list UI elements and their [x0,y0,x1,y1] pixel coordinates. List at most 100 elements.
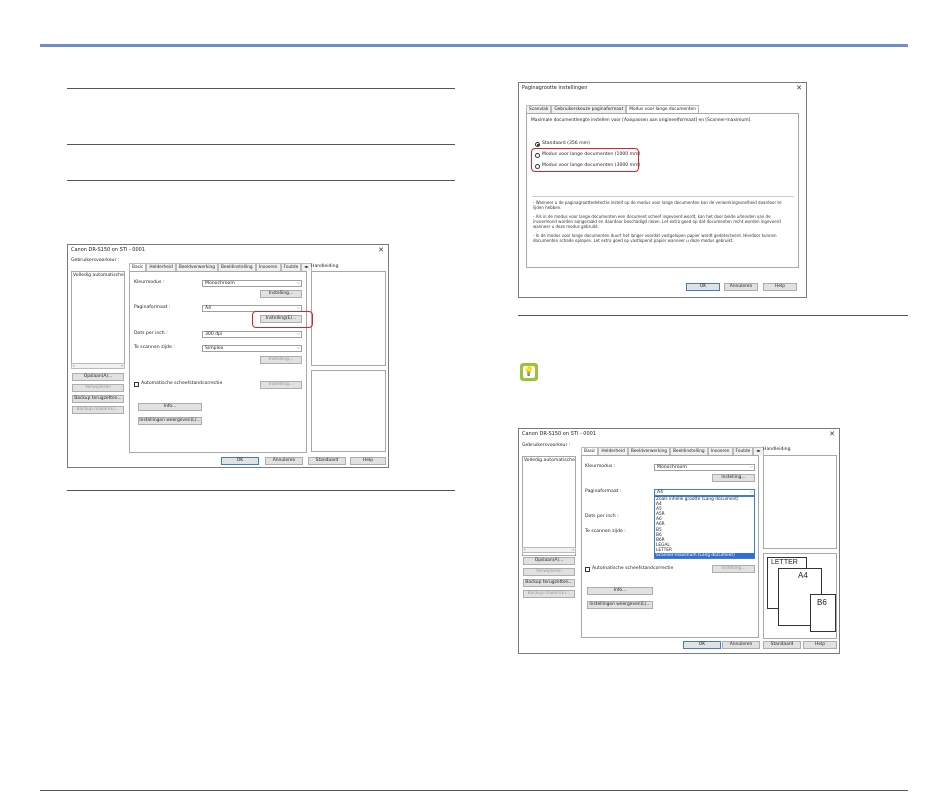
tab-image-settings[interactable]: Beeldinstelling [217,263,256,271]
header-bar [40,44,908,47]
skew-setting-button[interactable]: Instelling... [712,565,755,573]
dpi-select[interactable]: 300 dpi ⌵ [202,331,302,338]
lightbulb-icon: 💡 [520,363,538,381]
tab-feeding[interactable]: Invoeren [707,447,733,455]
tab-content-panel [526,113,799,268]
side-select[interactable]: Simplex ⌵ [202,345,302,352]
cancel-button[interactable]: Annuleren [722,641,760,649]
tab-brightness[interactable]: Helderheid [146,263,176,271]
close-icon[interactable]: ✕ [378,246,384,254]
footer-rule [40,790,908,791]
page-size-select[interactable]: A4 ⌵ [654,489,755,496]
preview-b6-sheet: B6 [810,594,836,632]
tab-scan-area[interactable]: Scanvlak [526,105,552,113]
list-item[interactable]: Volledig automatische [524,458,575,464]
default-button[interactable]: Standaard [308,457,346,465]
list-scrollbar[interactable]: ‹ › [522,547,576,553]
rule [67,180,455,181]
tab-basic[interactable]: Basic [581,447,599,455]
tab-strip: Basic Helderheid Beeldverwerking Beeldin… [129,263,312,271]
help-button[interactable]: Help [803,641,837,649]
backup-make-button[interactable]: Backup maken(E)... [72,406,124,414]
close-icon[interactable]: ✕ [829,430,835,438]
tab-basic[interactable]: Basic [129,263,147,271]
highlight-ring [252,311,313,328]
help-button[interactable]: Help [350,457,386,465]
color-mode-label: Kleurmodus : [585,464,616,469]
list-scrollbar[interactable]: ‹ › [71,363,125,369]
tab-feeding[interactable]: Invoeren [255,263,281,271]
backup-restore-button[interactable]: Backup terugzetten... [72,395,124,403]
user-pref-label: Gebruikersvoorkeur : [522,443,571,448]
delete-button[interactable]: Verwijderen [523,568,575,576]
default-button[interactable]: Standaard [763,641,801,649]
side-setting-button[interactable]: Instelling... [260,356,302,364]
user-pref-list[interactable]: Volledig automatische [522,456,576,556]
rule [518,315,908,316]
cancel-button[interactable]: Annuleren [724,283,758,291]
auto-skew-checkbox[interactable] [134,382,139,387]
color-mode-select[interactable]: Monochroom ⌵ [202,280,302,287]
page-size-dropdown-list[interactable]: Zoals inhelle grootte (Lang document) A4… [654,496,755,559]
tab-image-processing[interactable]: Beeldverwerking [627,447,670,455]
ok-button[interactable]: OK [686,283,720,291]
save-button[interactable]: Opslaan(A)... [523,557,575,565]
backup-make-button[interactable]: Backup maken(E)... [523,590,575,598]
list-item[interactable]: Volledig automatische [73,273,124,279]
tab-long-document-mode[interactable]: Modus voor lange documenten [626,105,699,113]
note-jam: - In de modus voor lange documenten duur… [533,233,777,243]
tab-custom-page-size[interactable]: Gebruikerskeuze paginaformaat [551,105,627,113]
tab-strip: Scanvlak Gebruikerskeuze paginaformaat M… [526,105,699,113]
preview-a4-label: A4 [798,571,808,580]
close-icon[interactable]: ✕ [796,84,802,92]
dpi-label: Dots per inch : [134,331,168,336]
cancel-button[interactable]: Annuleren [265,457,303,465]
side-value: Simplex [205,346,224,351]
radio-standard[interactable] [535,142,540,147]
info-button[interactable]: Info... [587,587,653,595]
tab-brightness[interactable]: Helderheid [598,447,628,455]
auto-skew-label: Automatische scheefstandcorrectie [141,381,223,386]
auto-skew-checkbox[interactable] [585,567,590,572]
rule [67,88,455,89]
note-speed: - Wanneer u de paginagroottedetectie ins… [533,200,782,210]
skew-setting-button[interactable]: Instelling... [260,381,302,389]
tab-image-settings[interactable]: Beeldinstelling [669,447,708,455]
ok-button[interactable]: OK [683,641,721,649]
info-button[interactable]: Info... [138,403,202,411]
dialog-title: Canon DR-S150 on STI - 0001 [522,431,597,437]
tab-strip: Basic Helderheid Beeldverwerking Beeldin… [581,447,764,455]
ok-button[interactable]: OK [221,457,259,465]
side-label: Te scannen zijde : [134,345,175,350]
user-pref-list[interactable]: Volledig automatische [71,271,125,369]
rule [67,144,455,145]
page-size-value: A4 [657,490,664,495]
backup-restore-button[interactable]: Backup terugzetten... [523,579,575,587]
dpi-value: 300 dpi [205,332,223,337]
manual-preview-top [311,271,386,366]
user-pref-label: Gebruikersvoorkeur : [71,258,120,263]
dropdown-option-selected[interactable]: Scanner-maximum (Lang document) [655,553,754,559]
help-button[interactable]: Help [763,283,797,291]
color-mode-label: Kleurmodus : [134,280,165,285]
chevron-down-icon: ⌵ [296,346,300,351]
radio-standard-label: Standaard (356 mm) [542,141,590,146]
chevron-down-icon: ⌵ [749,465,753,470]
page-size-value: A4 [205,306,212,311]
tab-error[interactable]: Foutde [280,263,302,271]
color-setting-button[interactable]: Instelling... [712,474,755,482]
dialog-title: Canon DR-S150 on STI - 0001 [71,247,146,253]
color-mode-select[interactable]: Monochroom ⌵ [654,464,755,471]
preview-letter-label: LETTER [771,559,798,566]
tab-error[interactable]: Foutde [732,447,754,455]
dpi-label: Dots per inch : [585,514,619,519]
color-setting-button[interactable]: Instelling... [260,290,302,298]
show-settings-button[interactable]: Instellingen weergeven(L)... [138,417,202,425]
scanner-settings-dialog-dropdown: Canon DR-S150 on STI - 0001 ✕ Gebruikers… [518,428,840,654]
delete-button[interactable]: Verwijderen [72,384,124,392]
save-button[interactable]: Opslaan(A)... [72,373,124,381]
divider [532,196,794,197]
tab-image-processing[interactable]: Beeldverwerking [175,263,218,271]
auto-skew-label: Automatische scheefstandcorrectie [592,566,674,571]
show-settings-button[interactable]: Instellingen weergeven(L)... [587,601,653,609]
